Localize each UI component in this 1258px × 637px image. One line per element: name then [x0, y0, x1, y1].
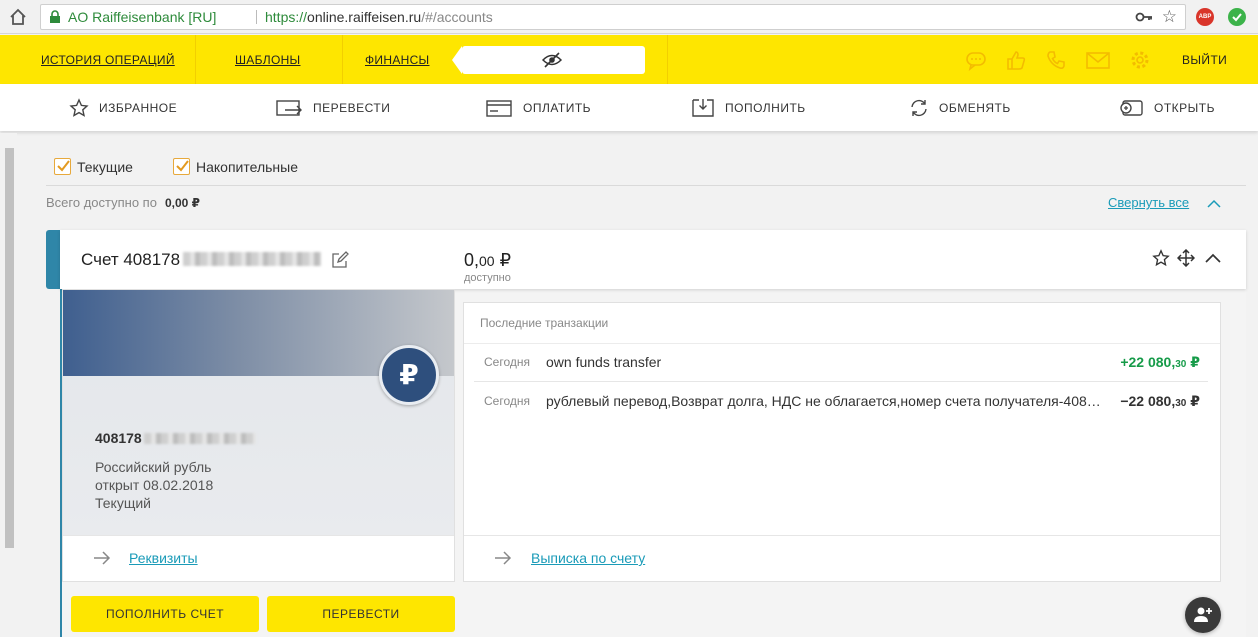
- card-opened-date: открыт 08.02.2018: [95, 477, 214, 493]
- transaction-amount: −22 080,30 ₽: [1120, 393, 1200, 409]
- transaction-description: own funds transfer: [546, 354, 662, 370]
- action-top-up[interactable]: Пополнить: [692, 84, 806, 131]
- edit-icon[interactable]: [331, 251, 349, 269]
- transaction-description: рублевый перевод,Возврат долга, НДС не о…: [546, 393, 1106, 409]
- card-account-number: 408178: [95, 430, 256, 446]
- collapse-all-link[interactable]: Свернуть все: [1108, 195, 1189, 210]
- add-user-icon: [1194, 607, 1212, 622]
- exchange-icon: [911, 99, 927, 116]
- filter-label: Накопительные: [196, 158, 298, 175]
- filter-savings[interactable]: Накопительные: [173, 158, 298, 175]
- divider: [46, 185, 1246, 186]
- move-icon[interactable]: [1177, 249, 1195, 267]
- browser-toolbar: AO Raiffeisenbank [RU] https://online.ra…: [0, 0, 1258, 34]
- action-open[interactable]: Открыть: [1119, 84, 1215, 131]
- adblock-extension-icon[interactable]: ABP: [1196, 8, 1214, 26]
- arrow-right-icon: [495, 551, 512, 565]
- checkbox-checked-icon[interactable]: [173, 158, 190, 175]
- account-title: Счет 408178: [81, 250, 322, 270]
- action-label: Пополнить: [725, 100, 806, 115]
- scrollbar-thumb[interactable]: [5, 148, 14, 548]
- thumbs-up-icon[interactable]: [1005, 49, 1027, 71]
- divider: [342, 35, 343, 84]
- total-label: Всего доступно по: [46, 195, 157, 210]
- lock-icon: [50, 10, 60, 23]
- key-icon[interactable]: [1135, 9, 1153, 25]
- arrow-right-icon: [94, 551, 111, 565]
- nav-finance[interactable]: Финансы: [365, 35, 429, 84]
- divider: [667, 35, 668, 84]
- transactions-title: Последние транзакции: [480, 316, 609, 330]
- card-panel: ₽ 408178 Российский рубль открыт 08.02.2…: [62, 289, 455, 582]
- account-balance: 0,00 ₽: [464, 250, 512, 270]
- filter-label: Текущие: [77, 158, 133, 175]
- logout-button[interactable]: Выйти: [1182, 35, 1227, 85]
- address-bar[interactable]: AO Raiffeisenbank [RU] https://online.ra…: [40, 4, 1186, 30]
- card-currency: Российский рубль: [95, 459, 212, 475]
- transaction-date: Сегодня: [484, 355, 530, 369]
- bookmark-star-icon[interactable]: ☆: [1162, 7, 1177, 27]
- mail-icon[interactable]: [1086, 49, 1110, 71]
- action-transfer[interactable]: Перевести: [276, 84, 390, 131]
- settings-icon[interactable]: [1129, 49, 1151, 71]
- account-color-tab: [46, 230, 61, 289]
- action-label: Оплатить: [523, 100, 592, 115]
- site-identity: AO Raiffeisenbank [RU]: [68, 9, 217, 25]
- hide-balance-toggle[interactable]: [452, 46, 645, 74]
- details-row[interactable]: Реквизиты: [63, 535, 454, 581]
- nav-history[interactable]: История операций: [41, 35, 175, 84]
- action-bar: Избранное Перевести Оплатить Пополнить О…: [0, 84, 1258, 131]
- open-account-icon: [1120, 99, 1143, 116]
- top-navigation: История операций Шаблоны Финансы Выйти: [0, 35, 1258, 84]
- chevron-up-icon[interactable]: [1206, 197, 1222, 209]
- redacted-number: [183, 252, 322, 266]
- action-exchange[interactable]: Обменять: [909, 84, 1011, 131]
- phone-icon[interactable]: [1045, 49, 1067, 71]
- action-pay[interactable]: Оплатить: [486, 84, 591, 131]
- eye-hidden-icon: [542, 52, 562, 68]
- pay-card-icon: [486, 99, 512, 117]
- transaction-row[interactable]: Сегодня рублевый перевод,Возврат долга, …: [474, 383, 1208, 421]
- action-label: Обменять: [939, 100, 1011, 115]
- action-favorites[interactable]: Избранное: [69, 84, 177, 131]
- transfer-icon: [276, 99, 302, 116]
- total-amount: 0,00 ₽: [164, 196, 200, 210]
- ruble-currency-icon: ₽: [379, 345, 439, 405]
- account-header[interactable]: Счет 408178 0,00 ₽ доступно: [60, 230, 1246, 289]
- url-text: https://online.raiffeisen.ru/#/accounts: [265, 9, 493, 25]
- card-visual: ₽ 408178 Российский рубль открыт 08.02.2…: [63, 290, 454, 535]
- chat-icon[interactable]: [965, 49, 987, 71]
- home-icon[interactable]: [8, 7, 28, 27]
- top-up-icon: [692, 98, 714, 117]
- top-up-account-button[interactable]: Пополнить счет: [71, 596, 259, 632]
- star-icon: [69, 97, 89, 117]
- transactions-panel: Последние транзакции Сегодня own funds t…: [463, 302, 1221, 582]
- filter-current[interactable]: Текущие: [54, 158, 133, 175]
- transfer-button[interactable]: Перевести: [267, 596, 455, 632]
- statement-row[interactable]: Выписка по счету: [464, 535, 1220, 581]
- total-available: Всего доступно по 0,00 ₽: [46, 195, 200, 210]
- action-label: Избранное: [99, 100, 178, 115]
- add-contact-button[interactable]: [1185, 597, 1221, 633]
- extension-icon[interactable]: [1228, 8, 1246, 26]
- redacted-number: [143, 433, 256, 444]
- divider: [195, 35, 196, 84]
- account-card: Счет 408178 0,00 ₽ доступно ₽ 408178 Рос…: [46, 230, 1246, 637]
- details-link[interactable]: Реквизиты: [129, 550, 198, 566]
- action-label: Перевести: [313, 100, 391, 115]
- divider: [256, 10, 257, 24]
- nav-templates[interactable]: Шаблоны: [235, 35, 300, 84]
- transaction-date: Сегодня: [484, 394, 530, 408]
- action-label: Открыть: [1154, 100, 1215, 115]
- chevron-up-icon[interactable]: [1204, 251, 1222, 265]
- checkbox-checked-icon[interactable]: [54, 158, 71, 175]
- balance-label: доступно: [464, 272, 511, 284]
- favorite-star-icon[interactable]: [1152, 249, 1170, 267]
- card-type: Текущий: [95, 495, 151, 511]
- statement-link[interactable]: Выписка по счету: [531, 550, 645, 566]
- transaction-row[interactable]: Сегодня own funds transfer +22 080,30 ₽: [474, 344, 1208, 382]
- divider: [474, 381, 1208, 382]
- transaction-amount: +22 080,30 ₽: [1120, 354, 1200, 370]
